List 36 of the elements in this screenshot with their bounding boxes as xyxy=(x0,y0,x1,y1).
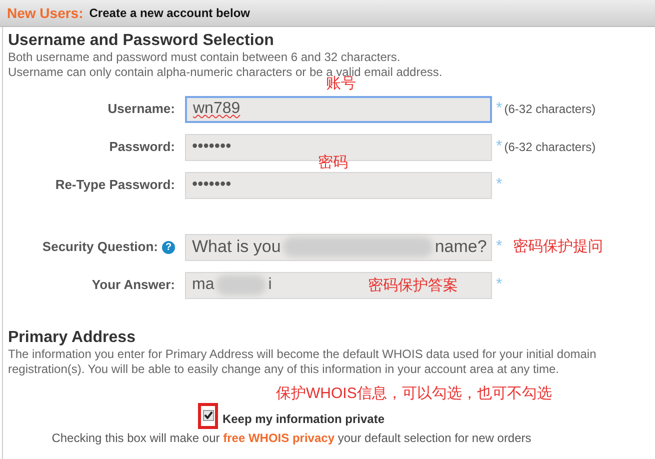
field-hint: (6-32 characters) xyxy=(504,101,596,118)
section-note: Both username and password must contain between 6 and 32 characters. xyxy=(8,50,402,65)
field-value: i xyxy=(268,275,272,295)
required-mark: * xyxy=(496,237,502,257)
required-mark: * xyxy=(496,137,502,157)
annotation-text: 密码保护答案 xyxy=(368,276,458,296)
field-hint: (6-32 characters) xyxy=(504,139,596,156)
field-label: Password: xyxy=(109,138,175,156)
field-label: Security Question: xyxy=(42,238,158,256)
required-mark: * xyxy=(496,99,502,119)
field-label: Re-Type Password: xyxy=(55,176,175,194)
redaction-blur xyxy=(216,275,266,295)
annotation-text: 密码保护提问 xyxy=(513,237,603,257)
field-value: ma xyxy=(192,275,214,295)
field-value: ••••••• xyxy=(192,137,232,157)
section-note: The information you enter for Primary Address will become the default WHOIS data used for your initial domain registration(s). You will be able to easily change any of this information in your account area at any time. xyxy=(8,347,598,377)
input-field[interactable]: ••••••• xyxy=(185,172,492,198)
question-select[interactable]: What is you name? xyxy=(185,234,492,260)
field-value: name? xyxy=(434,236,487,258)
annotation-text: 保护WHOIS信息，可以勾选，也可不勾选 xyxy=(276,384,553,404)
field-label: Username: xyxy=(108,100,175,118)
checkbox-label: Keep my information private xyxy=(222,410,385,428)
field-value: wn789 xyxy=(193,99,240,119)
section-heading: Primary Address xyxy=(8,328,136,347)
help-icon[interactable]: ? xyxy=(162,240,175,254)
header-accent: New Users: xyxy=(7,4,84,22)
required-mark: * xyxy=(496,175,502,195)
field-value: What is you xyxy=(192,236,281,258)
required-mark: * xyxy=(496,275,502,295)
privacy-note: Checking this box will make our free WHOIS privacy your default selection for new orders xyxy=(50,430,532,446)
section-heading: Username and Password Selection xyxy=(8,31,275,50)
field-value: ••••••• xyxy=(192,175,232,195)
header-title: Create a new account below xyxy=(89,5,250,22)
privacy-checkbox[interactable] xyxy=(202,410,214,420)
input-field[interactable]: wn789 xyxy=(185,96,492,122)
field-label: Your Answer: xyxy=(92,276,175,294)
